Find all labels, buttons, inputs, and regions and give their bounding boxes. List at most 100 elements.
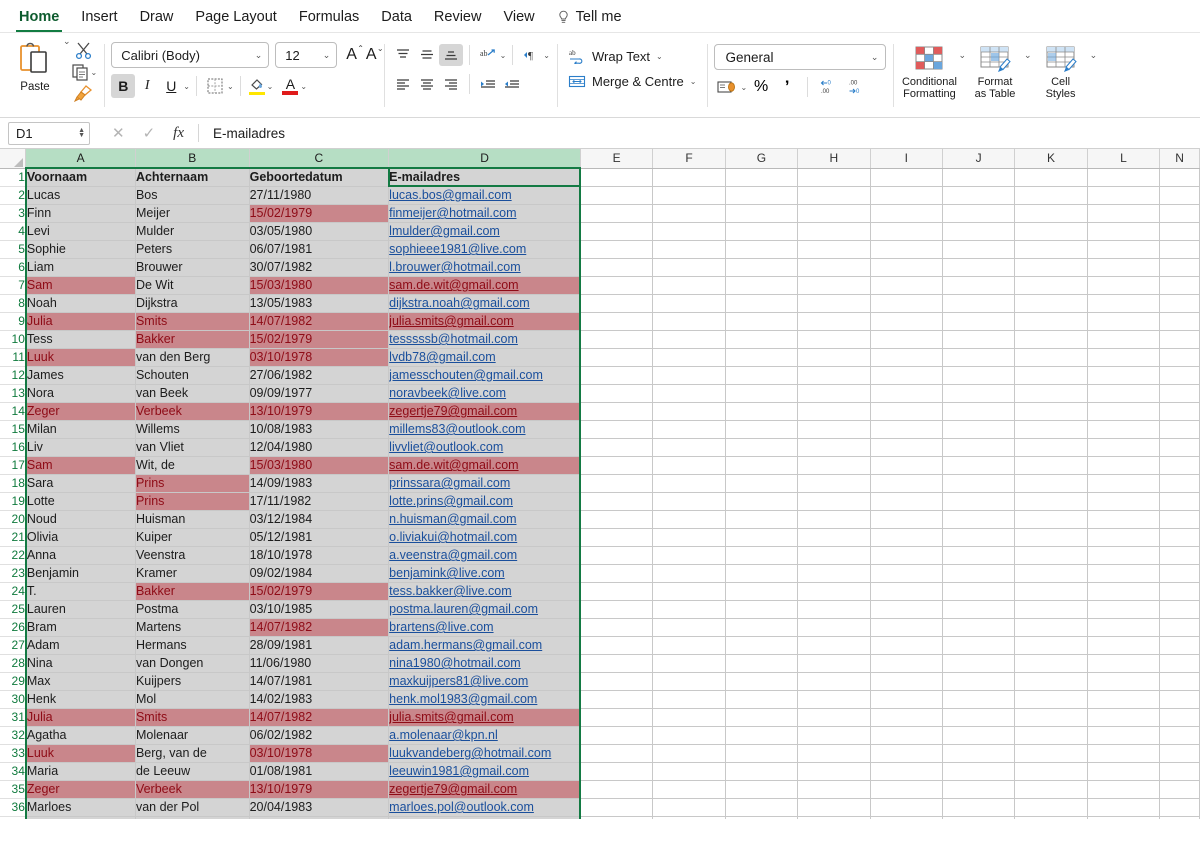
tab-tell-me[interactable]: Tell me: [546, 9, 633, 32]
tab-home[interactable]: Home: [8, 9, 70, 32]
cell-empty[interactable]: [580, 690, 652, 708]
cell-empty[interactable]: [942, 474, 1014, 492]
cell-A29[interactable]: Max: [26, 672, 136, 690]
cell-empty[interactable]: [798, 402, 870, 420]
cell-A21[interactable]: Olivia: [26, 528, 136, 546]
cell-empty[interactable]: [1015, 348, 1087, 366]
column-header-b[interactable]: B: [135, 149, 249, 168]
cell-empty[interactable]: [1015, 312, 1087, 330]
cell-B7[interactable]: De Wit: [135, 276, 249, 294]
cell-C7[interactable]: 15/03/1980: [249, 276, 389, 294]
row-header-14[interactable]: 14: [0, 402, 26, 420]
cell-empty[interactable]: [580, 708, 652, 726]
cell-D4[interactable]: lmulder@gmail.com: [389, 222, 581, 240]
row-header-19[interactable]: 19: [0, 492, 26, 510]
cell-B12[interactable]: Schouten: [135, 366, 249, 384]
align-left-button[interactable]: [391, 73, 415, 95]
cell-B31[interactable]: Smits: [135, 708, 249, 726]
cell-D15[interactable]: millems83@outlook.com: [389, 420, 581, 438]
cell-empty[interactable]: [653, 222, 725, 240]
cell-A7[interactable]: Sam: [26, 276, 136, 294]
cell-A9[interactable]: Julia: [26, 312, 136, 330]
underline-chevron-icon[interactable]: ⌄: [183, 82, 190, 91]
bold-button[interactable]: B: [111, 74, 135, 98]
cell-empty[interactable]: [870, 546, 942, 564]
cell-empty[interactable]: [1015, 744, 1087, 762]
cell-B3[interactable]: Meijer: [135, 204, 249, 222]
cell-empty[interactable]: [725, 168, 797, 186]
cell-empty[interactable]: [580, 726, 652, 744]
name-box-spinner-icon[interactable]: ▲▼: [78, 128, 85, 138]
cell-empty[interactable]: [942, 420, 1014, 438]
cell-empty[interactable]: [798, 636, 870, 654]
cell-empty[interactable]: [1015, 618, 1087, 636]
cell-empty[interactable]: [1160, 420, 1200, 438]
cell-empty[interactable]: [870, 312, 942, 330]
cell-empty[interactable]: [580, 744, 652, 762]
cell-empty[interactable]: [870, 492, 942, 510]
tab-draw[interactable]: Draw: [129, 9, 185, 32]
cell-empty[interactable]: [1015, 222, 1087, 240]
cell-empty[interactable]: [725, 456, 797, 474]
cell-empty[interactable]: [798, 366, 870, 384]
cell-D8[interactable]: dijkstra.noah@gmail.com: [389, 294, 581, 312]
cell-C36[interactable]: 20/04/1983: [249, 798, 389, 816]
cell-empty[interactable]: [870, 816, 942, 819]
row-header-26[interactable]: 26: [0, 618, 26, 636]
cell-D13[interactable]: noravbeek@live.com: [389, 384, 581, 402]
cell-B18[interactable]: Prins: [135, 474, 249, 492]
cell-empty[interactable]: [1160, 546, 1200, 564]
cell-empty[interactable]: [653, 798, 725, 816]
cell-empty[interactable]: [942, 438, 1014, 456]
cell-B17[interactable]: Wit, de: [135, 456, 249, 474]
cell-empty[interactable]: [1087, 510, 1159, 528]
cell-empty[interactable]: [1015, 564, 1087, 582]
cell-empty[interactable]: [653, 528, 725, 546]
cell-empty[interactable]: [725, 366, 797, 384]
cell-A37[interactable]: [26, 816, 136, 819]
cell-empty[interactable]: [1160, 312, 1200, 330]
cell-empty[interactable]: [580, 330, 652, 348]
paste-dropdown-chevron-icon[interactable]: ⌄: [63, 37, 71, 46]
cell-empty[interactable]: [1160, 294, 1200, 312]
cell-styles-button[interactable]: Cell Styles: [1032, 41, 1090, 100]
cell-C31[interactable]: 14/07/1982: [249, 708, 389, 726]
cell-empty[interactable]: [725, 312, 797, 330]
align-center-button[interactable]: [415, 73, 439, 95]
row-header-22[interactable]: 22: [0, 546, 26, 564]
cell-B2[interactable]: Bos: [135, 186, 249, 204]
italic-button[interactable]: I: [135, 74, 159, 98]
cell-empty[interactable]: [653, 402, 725, 420]
cell-D37[interactable]: [389, 816, 581, 819]
cell-empty[interactable]: [870, 168, 942, 186]
cell-B27[interactable]: Hermans: [135, 636, 249, 654]
row-header-17[interactable]: 17: [0, 456, 26, 474]
cell-empty[interactable]: [580, 456, 652, 474]
cell-empty[interactable]: [1087, 780, 1159, 798]
cell-C4[interactable]: 03/05/1980: [249, 222, 389, 240]
cell-C22[interactable]: 18/10/1978: [249, 546, 389, 564]
cell-D36[interactable]: marloes.pol@outlook.com: [389, 798, 581, 816]
cell-empty[interactable]: [653, 420, 725, 438]
cell-empty[interactable]: [870, 618, 942, 636]
cell-empty[interactable]: [1015, 366, 1087, 384]
cell-D2[interactable]: lucas.bos@gmail.com: [389, 186, 581, 204]
cell-D23[interactable]: benjamink@live.com: [389, 564, 581, 582]
cell-empty[interactable]: [942, 546, 1014, 564]
cell-empty[interactable]: [870, 330, 942, 348]
cell-empty[interactable]: [725, 780, 797, 798]
cell-empty[interactable]: [1015, 762, 1087, 780]
cell-empty[interactable]: [870, 438, 942, 456]
cut-button[interactable]: [74, 41, 93, 60]
cell-empty[interactable]: [580, 780, 652, 798]
cell-empty[interactable]: [1087, 402, 1159, 420]
cell-empty[interactable]: [870, 294, 942, 312]
cell-A30[interactable]: Henk: [26, 690, 136, 708]
cell-empty[interactable]: [653, 708, 725, 726]
tab-review[interactable]: Review: [423, 9, 493, 32]
cell-empty[interactable]: [653, 600, 725, 618]
cell-D14[interactable]: zegertje79@gmail.com: [389, 402, 581, 420]
cell-A15[interactable]: Milan: [26, 420, 136, 438]
paste-button[interactable]: Paste: [7, 37, 63, 93]
cell-A36[interactable]: Marloes: [26, 798, 136, 816]
